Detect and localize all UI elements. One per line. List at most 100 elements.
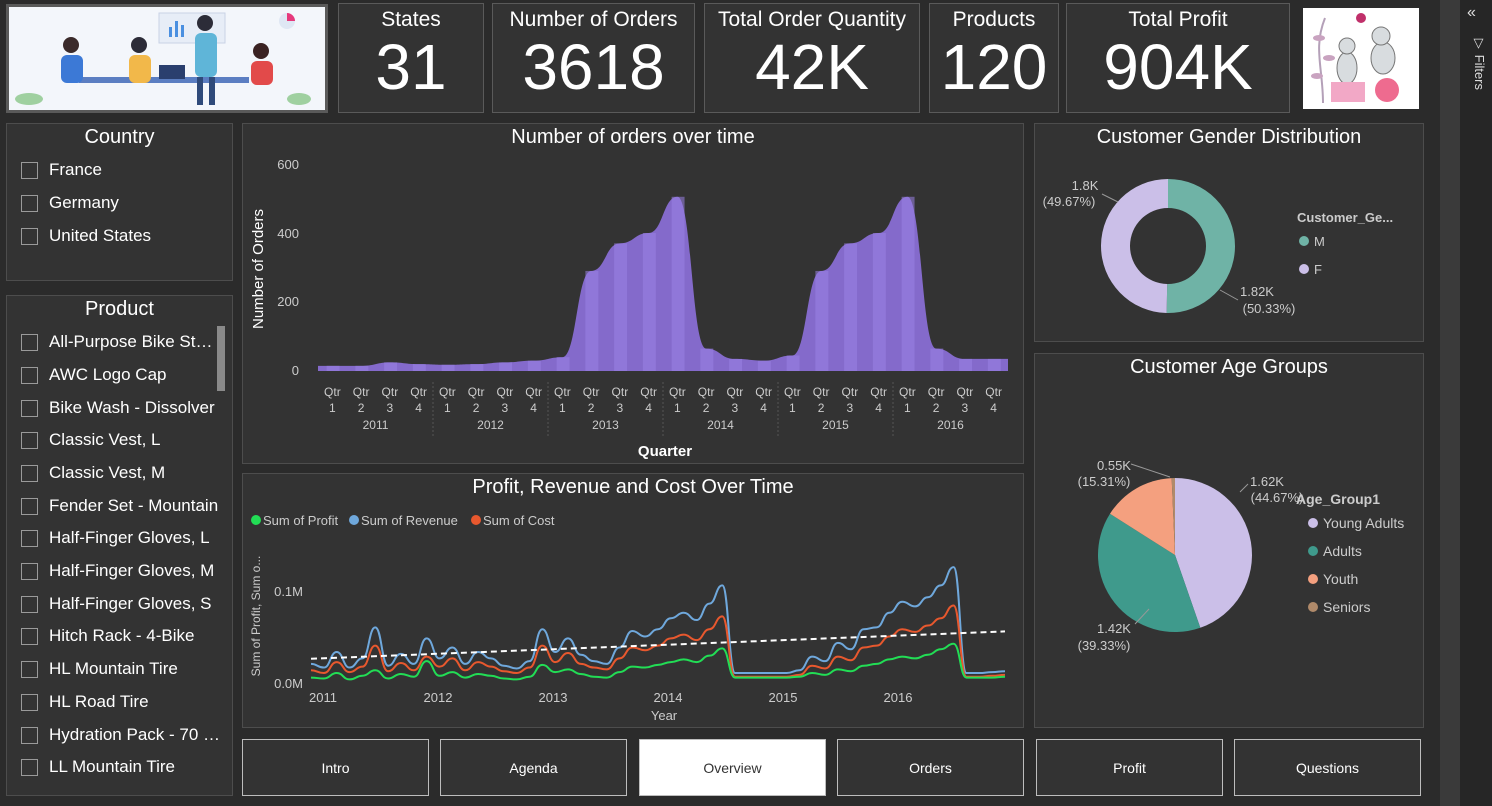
legend-cost-marker xyxy=(471,515,481,525)
product-option[interactable]: Half-Finger Gloves, M xyxy=(21,558,214,584)
nav-agenda-button[interactable]: Agenda xyxy=(440,739,627,796)
orders-bar xyxy=(412,364,426,371)
checkbox-icon[interactable] xyxy=(21,660,38,678)
orders-xtick-quarter: Qtr xyxy=(669,385,686,399)
orders-xtick-quarter-number: 4 xyxy=(875,401,882,415)
profit-xtick: 2015 xyxy=(769,690,798,705)
gender-slice-f[interactable] xyxy=(1101,179,1168,313)
orders-xtick-quarter-number: 4 xyxy=(760,401,767,415)
orders-xtick-quarter-number: 4 xyxy=(415,401,422,415)
product-option[interactable]: Half-Finger Gloves, S xyxy=(21,591,212,617)
checkbox-icon[interactable] xyxy=(21,627,38,645)
age-legend-title: Age_Group1 xyxy=(1296,491,1380,507)
orders-xtick-quarter: Qtr xyxy=(755,385,772,399)
kpi-orders-value: 3618 xyxy=(522,31,665,103)
age-legend-adults-label: Adults xyxy=(1323,543,1362,559)
kpi-orders-label: Number of Orders xyxy=(509,8,678,31)
checkbox-icon[interactable] xyxy=(21,726,38,744)
orders-xtick-quarter-number: 2 xyxy=(473,401,480,415)
checkbox-icon[interactable] xyxy=(21,758,38,776)
product-option-label: Bike Wash - Dissolver xyxy=(49,398,215,417)
product-option[interactable]: Hydration Pack - 70 … xyxy=(21,722,220,748)
orders-bar xyxy=(872,233,886,371)
orders-xtick-quarter: Qtr xyxy=(899,385,916,399)
orders-ylabel: Number of Orders xyxy=(250,209,267,329)
orders-ytick: 200 xyxy=(277,294,299,309)
kpi-states-label: States xyxy=(381,8,441,31)
nav-orders-button[interactable]: Orders xyxy=(837,739,1024,796)
checkbox-icon[interactable] xyxy=(21,161,38,179)
orders-xtick-quarter: Qtr xyxy=(640,385,657,399)
product-option[interactable]: Fender Set - Mountain xyxy=(21,493,218,519)
checkbox-icon[interactable] xyxy=(21,333,38,351)
orders-bar xyxy=(384,362,398,371)
age-groups-chart: Customer Age Groups 1.62K (44.67%) 0.55K… xyxy=(1034,353,1424,728)
orders-xtick-quarter: Qtr xyxy=(353,385,370,399)
orders-xtick-quarter-number: 2 xyxy=(588,401,595,415)
product-option[interactable]: Half-Finger Gloves, L xyxy=(21,525,210,551)
legend-cost-label: Sum of Cost xyxy=(483,513,555,528)
country-option-label: France xyxy=(49,160,102,179)
profit-xtick: 2012 xyxy=(424,690,453,705)
country-option-france[interactable]: France xyxy=(21,157,102,183)
product-option-label: AWC Logo Cap xyxy=(49,365,167,384)
product-option-label: Half-Finger Gloves, L xyxy=(49,528,210,547)
checkbox-icon[interactable] xyxy=(21,399,38,417)
product-option[interactable]: HL Mountain Tire xyxy=(21,656,178,682)
product-option-label: HL Road Tire xyxy=(49,692,149,711)
checkbox-icon[interactable] xyxy=(21,529,38,547)
product-option[interactable]: All-Purpose Bike St… xyxy=(21,329,212,355)
country-option-united-states[interactable]: United States xyxy=(21,223,151,249)
orders-bar xyxy=(527,360,541,371)
orders-xtick-quarter: Qtr xyxy=(928,385,945,399)
kpi-quantity-value: 42K xyxy=(755,31,869,103)
product-option[interactable]: HL Road Tire xyxy=(21,689,149,715)
product-slicer-scrollbar[interactable] xyxy=(217,326,225,391)
orders-bar xyxy=(441,364,455,371)
product-option-label: LL Mountain Tire xyxy=(49,757,175,776)
age-legend-young-adults-label: Young Adults xyxy=(1323,515,1404,531)
orders-ytick: 400 xyxy=(277,226,299,241)
checkbox-icon[interactable] xyxy=(21,693,38,711)
checkbox-icon[interactable] xyxy=(21,194,38,212)
product-option[interactable]: LL Mountain Tire xyxy=(21,754,175,780)
nav-overview-button[interactable]: Overview xyxy=(639,739,826,796)
orders-xtick-quarter-number: 3 xyxy=(962,401,969,415)
profit-ytick: 0.0M xyxy=(274,676,303,691)
orders-xtick-quarter-number: 3 xyxy=(847,401,854,415)
filters-pane[interactable]: « ▽ Filters xyxy=(1440,0,1492,806)
checkbox-icon[interactable] xyxy=(21,227,38,245)
product-option[interactable]: Bike Wash - Dissolver xyxy=(21,395,215,421)
checkbox-icon[interactable] xyxy=(21,497,38,515)
gender-m-value: 1.82K xyxy=(1240,284,1274,299)
kpi-profit-card: Total Profit 904K xyxy=(1066,3,1290,113)
gender-f-pct: (49.67%) xyxy=(1043,194,1096,209)
nav-intro-button[interactable]: Intro xyxy=(242,739,429,796)
gender-legend-title: Customer_Ge... xyxy=(1297,210,1393,225)
orders-bar xyxy=(729,358,743,371)
orders-xtick-year: 2016 xyxy=(937,418,964,432)
country-option-germany[interactable]: Germany xyxy=(21,190,119,216)
product-option[interactable]: AWC Logo Cap xyxy=(21,362,166,388)
nav-profit-button[interactable]: Profit xyxy=(1036,739,1223,796)
orders-xtick-quarter-number: 1 xyxy=(674,401,681,415)
product-option[interactable]: Classic Vest, L xyxy=(21,427,161,453)
profit-chart-svg: Sum of Profit Sum of Revenue Sum of Cost… xyxy=(249,513,1006,723)
product-option[interactable]: Classic Vest, M xyxy=(21,460,165,486)
checkbox-icon[interactable] xyxy=(21,464,38,482)
collapse-icon[interactable]: « xyxy=(1467,4,1476,22)
nav-questions-button[interactable]: Questions xyxy=(1234,739,1421,796)
gender-f-value: 1.8K xyxy=(1072,178,1099,193)
checkbox-icon[interactable] xyxy=(21,562,38,580)
checkbox-icon[interactable] xyxy=(21,366,38,384)
orders-xtick-year: 2015 xyxy=(822,418,849,432)
filter-icon: ▽ xyxy=(1472,36,1487,51)
age-legend-young-adults-marker xyxy=(1308,518,1318,528)
filters-toggle[interactable]: ▽ Filters xyxy=(1465,36,1487,90)
kpi-states-card: States 31 xyxy=(338,3,484,113)
orders-xtick-quarter: Qtr xyxy=(957,385,974,399)
checkbox-icon[interactable] xyxy=(21,595,38,613)
orders-xtick-year: 2012 xyxy=(477,418,504,432)
checkbox-icon[interactable] xyxy=(21,431,38,449)
product-option[interactable]: Hitch Rack - 4-Bike xyxy=(21,623,194,649)
